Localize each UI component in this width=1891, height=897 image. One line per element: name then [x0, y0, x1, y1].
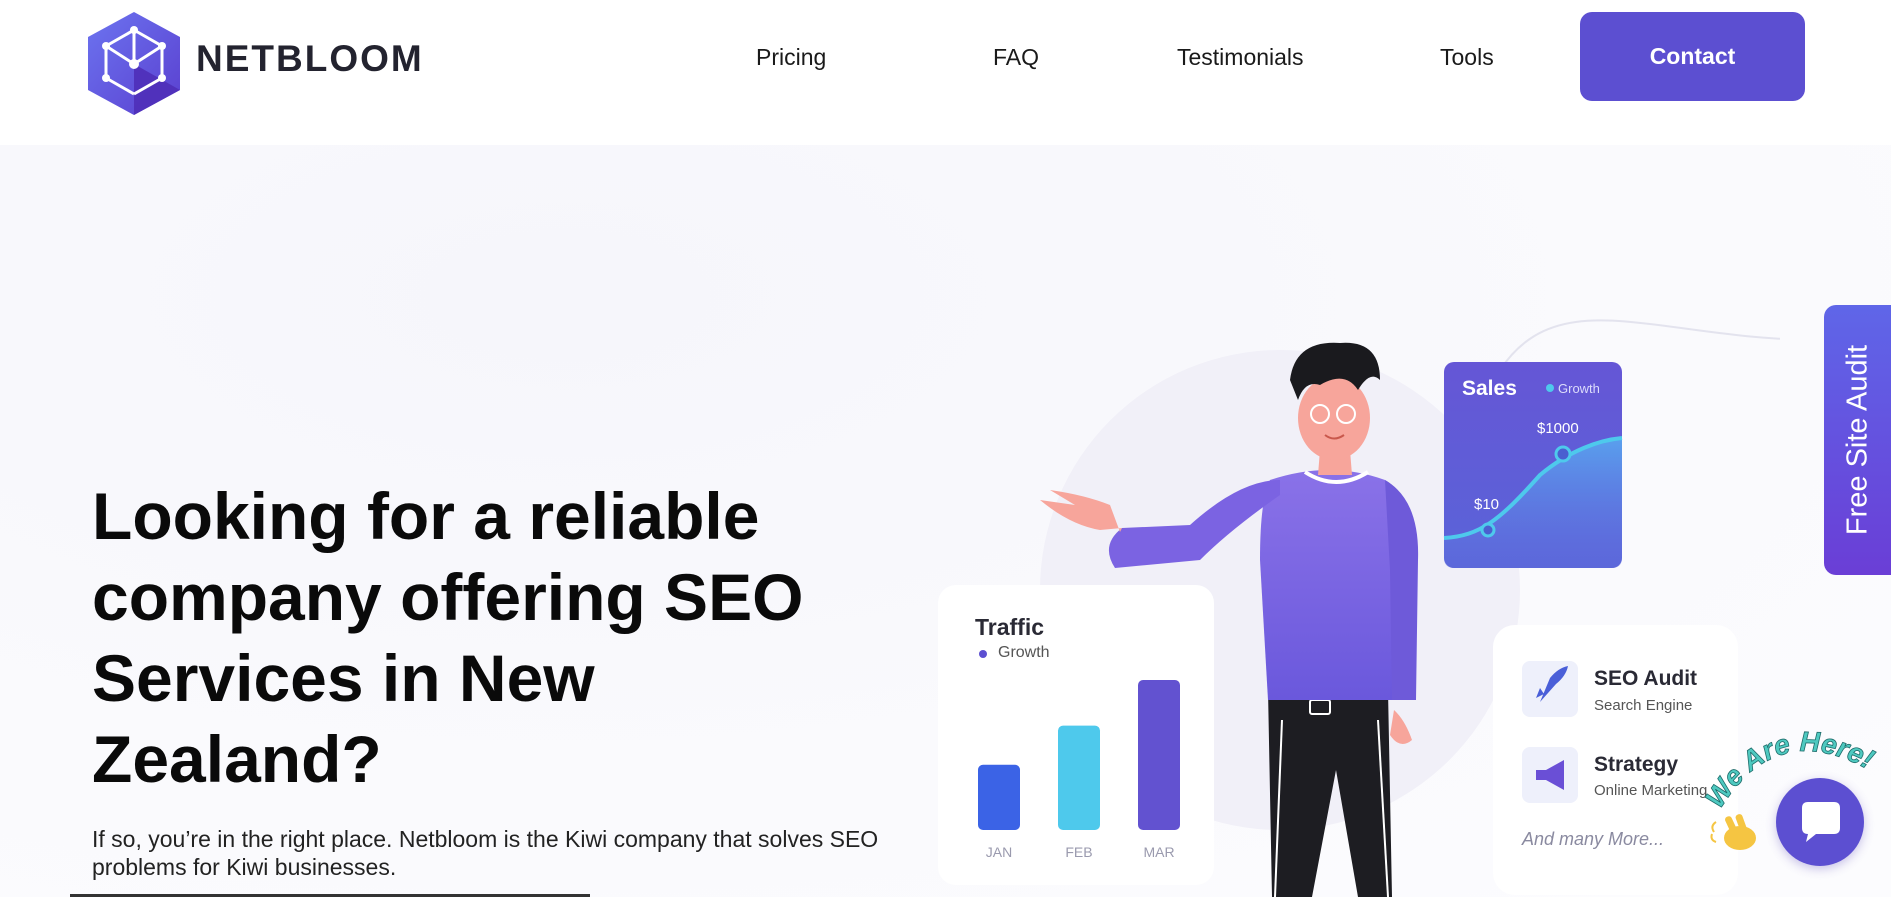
traffic-bar-jan [978, 764, 1020, 830]
nav-item-testimonials[interactable]: Testimonials [1177, 44, 1304, 71]
nav-item-faq[interactable]: FAQ [993, 44, 1039, 71]
sales-label-high: $1000 [1537, 420, 1579, 437]
sales-title: Sales [1462, 377, 1517, 400]
contact-button[interactable]: Contact [1580, 12, 1805, 101]
sales-card: Sales Growth $10 $1000 [1443, 362, 1623, 568]
chat-bubble-icon [1802, 802, 1840, 842]
traffic-title: Traffic [975, 614, 1044, 640]
person-head [1298, 376, 1370, 460]
traffic-bar-feb [1058, 725, 1100, 830]
person-legs [1268, 690, 1392, 897]
site-header: NETBLOOM Pricing FAQ Testimonials Tools … [0, 0, 1891, 145]
sales-label-low: $10 [1474, 496, 1499, 513]
brand-name[interactable]: NETBLOOM [196, 38, 424, 80]
service-title-strategy: Strategy [1594, 753, 1678, 776]
sales-point-low [1480, 522, 1496, 538]
traffic-tick-label: FEB [1065, 844, 1092, 860]
traffic-tick-label: MAR [1143, 844, 1174, 860]
traffic-tick-label: JAN [986, 844, 1012, 860]
traffic-card: Traffic Growth JAN FEB MAR [938, 585, 1214, 885]
nav-item-pricing[interactable]: Pricing [756, 44, 826, 71]
sales-legend: Growth [1558, 381, 1600, 396]
free-site-audit-label: Free Site Audit [1841, 344, 1873, 536]
hero-subtitle: If so, you’re in the right place. Netblo… [92, 826, 879, 880]
service-subtitle-seo-audit: Search Engine [1594, 697, 1692, 714]
service-title-seo-audit: SEO Audit [1594, 667, 1697, 690]
network-cube-icon[interactable] [88, 12, 180, 115]
chat-button[interactable] [1776, 778, 1864, 866]
traffic-legend-dot [979, 650, 987, 658]
sales-legend-dot [1546, 384, 1554, 392]
service-subtitle-strategy: Online Marketing [1594, 782, 1707, 799]
sales-point-high [1554, 445, 1572, 463]
hero-illustration: Sales Growth $10 $1000 Traffic Growth JA… [938, 319, 1780, 897]
nav-item-tools[interactable]: Tools [1440, 44, 1494, 71]
waving-hand-icon [1710, 814, 1756, 850]
services-more: And many More... [1521, 829, 1664, 849]
traffic-legend: Growth [998, 644, 1050, 661]
hero-title: Looking for a reliable company offering … [92, 479, 804, 796]
traffic-bar-mar [1138, 680, 1180, 830]
free-site-audit-tab[interactable]: Free Site Audit [1824, 305, 1891, 575]
